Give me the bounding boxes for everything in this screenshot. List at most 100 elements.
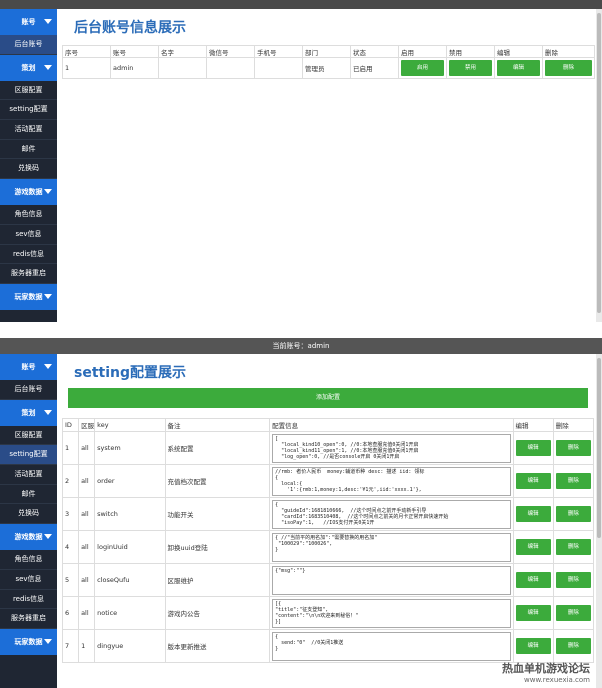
sidebar-item[interactable]: 后台账号 [0, 380, 57, 400]
table-row: 2 all order 充值档次配置//rmb: 者价人民币 money:辅道币种 d… [61, 464, 595, 498]
sidebar-item[interactable]: 服务器重启 [0, 609, 57, 629]
sidebar-item-label: 玩家数据 [14, 637, 43, 646]
scrollbar[interactable] [596, 9, 602, 322]
chevron-down-icon [44, 638, 52, 644]
sidebar-item-label: 游戏数据 [14, 533, 43, 542]
account-panel: 账号 后台账号 策划 区服配置 setting配置 活动配置 邮件 兑换码 游戏数据 角色信息 se… [0, 0, 602, 322]
chevron-down-icon [44, 293, 52, 299]
sidebar-item[interactable]: redis信息 [0, 590, 57, 610]
column-header: 编辑 [512, 418, 554, 432]
delete-button[interactable]: 删除 [555, 539, 591, 555]
config-textarea[interactable]: [ "local_kind10_open":0, //0:本地查服充值0关闭1开… [272, 433, 511, 463]
delete-button[interactable]: 删除 [555, 638, 591, 654]
cell-note: 充值档次配置 [164, 464, 271, 498]
sidebar-group-header[interactable]: 策划 [0, 54, 57, 81]
cell-phone [254, 57, 303, 79]
cell-key: switch [94, 497, 166, 531]
cell-id: 3 [61, 497, 80, 531]
sidebar-group-header[interactable]: 策划 [0, 399, 57, 426]
delete-button[interactable]: 删除 [555, 440, 591, 456]
cell-note: 卸换uuid登陆 [164, 530, 271, 564]
column-header: 启用 [398, 45, 447, 58]
sidebar-group-header[interactable]: 账号 [0, 9, 57, 35]
sidebar-item[interactable]: 区服配置 [0, 81, 57, 101]
cell-no: 1 [62, 57, 111, 79]
add-config-button[interactable]: 添加配置 [68, 388, 588, 408]
sidebar-item-label: setting配置 [9, 450, 48, 459]
edit-button[interactable]: 编辑 [515, 506, 551, 522]
edit-button[interactable]: 编辑 [515, 638, 551, 654]
sidebar-item[interactable]: 活动配置 [0, 465, 57, 485]
sidebar-item-label: 邮件 [21, 144, 36, 153]
sidebar-item[interactable]: 区服配置 [0, 426, 57, 446]
sidebar-group-header[interactable]: 玩家数据 [0, 628, 57, 655]
column-header: 禁用 [446, 45, 495, 58]
sidebar-item[interactable]: sev信息 [0, 570, 57, 590]
cell-key: loginUuid [94, 530, 166, 564]
sidebar-group-header[interactable]: 账号 [0, 354, 57, 380]
sidebar-item[interactable]: 兑换码 [0, 159, 57, 180]
delete-button[interactable]: 删除 [545, 60, 592, 76]
config-textarea[interactable]: //rmb: 者价人民币 money:辅道币种 desc: 描述 iid: 领标… [272, 466, 511, 496]
cell-dept: 管理员 [302, 57, 351, 79]
sidebar-item[interactable]: 角色信息 [0, 205, 57, 225]
enable-button[interactable]: 启用 [401, 60, 444, 76]
chevron-down-icon [44, 19, 52, 24]
column-header: key [94, 418, 166, 432]
sidebar-item[interactable]: 服务器重启 [0, 264, 57, 284]
sidebar-item-label: redis信息 [12, 249, 45, 258]
cell-key: order [94, 464, 166, 498]
delete-button[interactable]: 删除 [555, 572, 591, 588]
sidebar-item[interactable]: 邮件 [0, 140, 57, 160]
sidebar-item-label: 账号 [21, 18, 36, 26]
sidebar-item[interactable]: setting配置 [0, 100, 57, 121]
cell-id: 1 [61, 431, 80, 465]
sidebar-group-header[interactable]: 玩家数据 [0, 283, 57, 310]
cell-server: all [78, 596, 96, 630]
delete-button[interactable]: 删除 [555, 506, 591, 522]
edit-button[interactable]: 编辑 [515, 539, 551, 555]
edit-button[interactable]: 编辑 [515, 572, 551, 588]
delete-button[interactable]: 删除 [555, 473, 591, 489]
edit-button[interactable]: 编辑 [497, 60, 540, 76]
sidebar-item-label: setting配置 [9, 105, 48, 114]
cell-key: dingyue [94, 629, 166, 663]
scrollbar[interactable] [596, 354, 602, 688]
column-header: 账号 [110, 45, 159, 58]
main-content: setting配置展示 添加配置 ID 区服 key 备注 配置信息 编辑 删除 1 all s… [61, 354, 595, 688]
sidebar-item[interactable]: 后台账号 [0, 35, 57, 55]
sidebar-item-label: 后台账号 [14, 40, 43, 48]
cell-wechat [206, 57, 255, 79]
config-textarea[interactable]: { //"当前平的用名加":"需要替换的用名加" "100029":"10002… [272, 532, 511, 562]
delete-button[interactable]: 删除 [555, 605, 591, 621]
config-textarea[interactable]: { send:"0" //0关闭1推送 } [272, 631, 511, 661]
sidebar-item-label: 区服配置 [14, 430, 43, 439]
config-textarea[interactable]: { "guideId":1681810666, //这个时间点之前开手动新手引导… [272, 499, 511, 529]
table-row: 4 all loginUuid 卸换uuid登陆{ //"当前平的用名加":"需要替换… [61, 530, 595, 564]
sidebar-item[interactable]: setting配置 [0, 445, 57, 466]
cell-key: closeQufu [94, 563, 166, 597]
sidebar-group-header[interactable]: 游戏数据 [0, 179, 57, 206]
edit-button[interactable]: 编辑 [515, 605, 551, 621]
sidebar-group-header[interactable]: 游戏数据 [0, 524, 57, 551]
table-row: 7 1 dingyue 版本更新推送{ send:"0" //0关闭1推送 } 编辑 删除 [61, 629, 595, 663]
edit-button[interactable]: 编辑 [515, 473, 551, 489]
cell-note: 功能开关 [164, 497, 271, 531]
sidebar-item-label: 账号 [21, 363, 36, 371]
config-textarea[interactable]: {"msg":""} [272, 565, 511, 595]
config-textarea[interactable]: [{ "title":"征支登知", "content":"\n\n欢迎来到秘俗… [272, 598, 511, 628]
setting-table: ID 区服 key 备注 配置信息 编辑 删除 1 all system 系统配置[ "local… [61, 418, 595, 663]
sidebar-item-label: 策划 [21, 63, 36, 72]
sidebar-item-label: 玩家数据 [14, 292, 43, 301]
sidebar-item[interactable]: sev信息 [0, 225, 57, 245]
edit-button[interactable]: 编辑 [515, 440, 551, 456]
cell-server: all [78, 530, 96, 564]
disable-button[interactable]: 禁用 [449, 60, 492, 76]
sidebar-item[interactable]: redis信息 [0, 245, 57, 265]
sidebar-item[interactable]: 邮件 [0, 485, 57, 505]
sidebar-item[interactable]: 兑换码 [0, 504, 57, 525]
column-header: 序号 [62, 45, 111, 58]
sidebar-item[interactable]: 活动配置 [0, 120, 57, 140]
table-row: 1 admin 管理员 已启用 启用 禁用 编辑 删除 [62, 57, 595, 79]
sidebar-item[interactable]: 角色信息 [0, 550, 57, 570]
